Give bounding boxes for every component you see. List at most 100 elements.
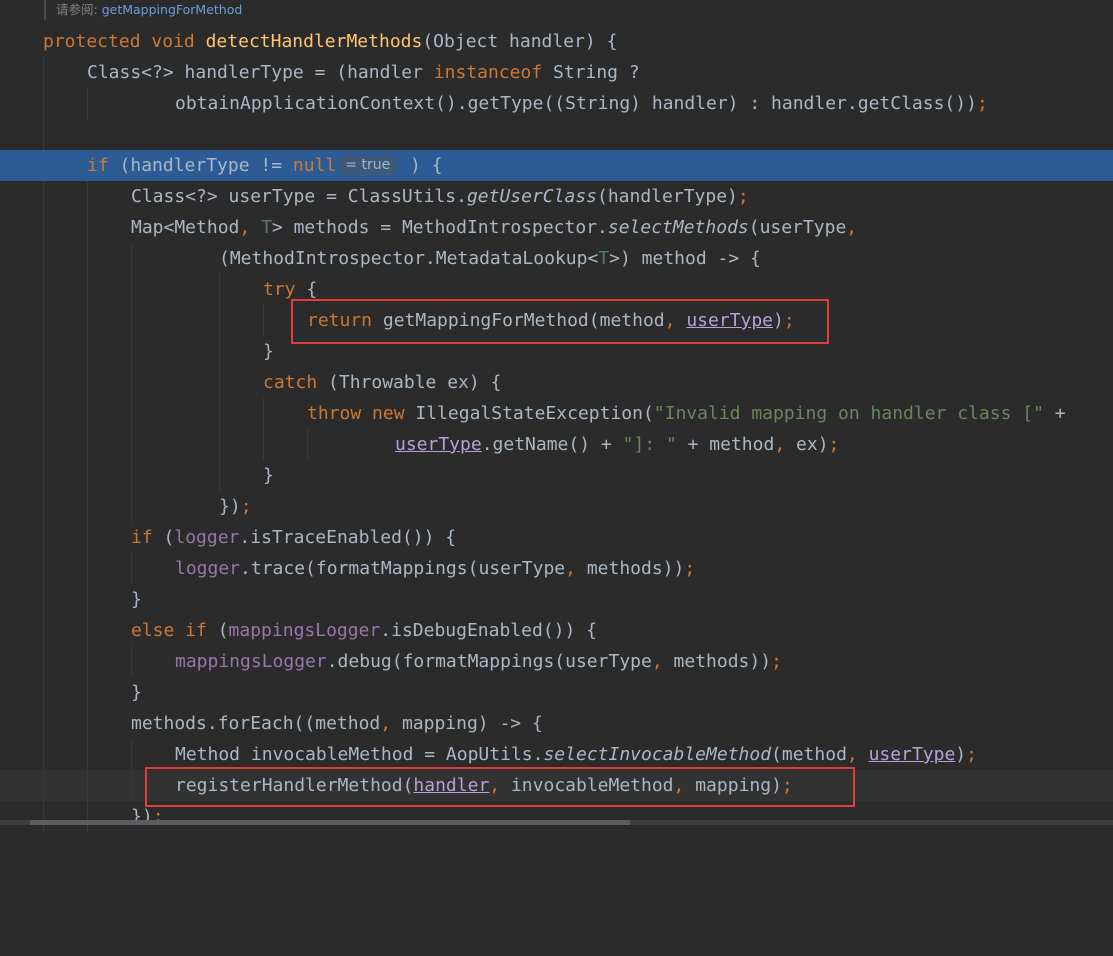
- code-text: {: [295, 279, 318, 300]
- code-text: Class<?> userType = ClassUtils.: [131, 186, 467, 207]
- code-text: }: [263, 341, 274, 362]
- code-text: ) {: [399, 155, 443, 176]
- code-text: (: [206, 620, 229, 641]
- code-line-1[interactable]: protected void detectHandlerMethods(Obje…: [0, 26, 1113, 57]
- code-editor[interactable]: 请参阅: getMappingForMethod protected void …: [0, 0, 1113, 832]
- code-text: }: [131, 682, 142, 703]
- code-line-14[interactable]: userType.getName() + "]: " + method, ex)…: [0, 429, 1113, 460]
- field-ref: mappingsLogger: [175, 651, 327, 672]
- semicolon: ;: [966, 744, 977, 765]
- code-text: methods)): [673, 651, 772, 672]
- method-call: selectInvocableMethod: [543, 744, 772, 765]
- code-line-19[interactable]: }: [0, 584, 1113, 615]
- code-text: (method: [771, 744, 847, 765]
- code-line-12[interactable]: catch (Throwable ex) {: [0, 367, 1113, 398]
- method-call: getUserClass: [466, 186, 597, 207]
- comma: ,: [846, 744, 869, 765]
- code-text: (userType: [748, 217, 847, 238]
- code-text: (MethodIntrospector.MetadataLookup<: [219, 248, 599, 269]
- code-text: ex): [796, 434, 829, 455]
- semicolon: ;: [828, 434, 840, 455]
- semicolon: ;: [771, 651, 782, 672]
- code-text: ): [955, 744, 967, 765]
- code-line-3[interactable]: obtainApplicationContext().getType((Stri…: [0, 88, 1113, 119]
- semicolon: ;: [737, 186, 749, 207]
- code-line-23[interactable]: methods.forEach((method, mapping) -> {: [0, 708, 1113, 739]
- code-text: .isDebugEnabled()) {: [380, 620, 598, 641]
- code-line-18[interactable]: logger.trace(formatMappings(userType, me…: [0, 553, 1113, 584]
- code-text: obtainApplicationContext().getType((Stri…: [175, 93, 977, 114]
- code-line-2[interactable]: Class<?> handlerType = (handler instance…: [0, 57, 1113, 88]
- field-ref: logger: [175, 558, 241, 579]
- keyword: catch: [263, 372, 318, 393]
- code-line-21[interactable]: mappingsLogger.debug(formatMappings(user…: [0, 646, 1113, 677]
- code-line-6[interactable]: Class<?> userType = ClassUtils.getUserCl…: [0, 181, 1113, 212]
- code-text: >) method -> {: [609, 248, 761, 269]
- code-line-8[interactable]: (MethodIntrospector.MetadataLookup<T>) m…: [0, 243, 1113, 274]
- string-literal: "Invalid mapping on handler class [": [653, 403, 1044, 424]
- comma: ,: [565, 558, 587, 579]
- code-text: .debug(formatMappings(userType: [326, 651, 652, 672]
- type-param: T: [598, 248, 610, 269]
- string-literal: "]: ": [622, 434, 677, 455]
- keyword: if: [131, 527, 153, 548]
- code-text: Class<?> handlerType = (handler: [87, 62, 434, 83]
- doc-reference-hint: 请参阅: getMappingForMethod: [44, 0, 242, 20]
- code-text: .isTraceEnabled()) {: [239, 527, 457, 548]
- debug-value-hint: = true: [339, 155, 397, 175]
- horizontal-scrollbar[interactable]: [0, 820, 1113, 825]
- code-text: .trace(formatMappings(userType: [240, 558, 566, 579]
- keyword: try: [263, 279, 296, 300]
- field-ref: logger: [174, 527, 240, 548]
- comma: ,: [651, 651, 674, 672]
- keyword: protected: [43, 31, 141, 52]
- code-line-22[interactable]: }: [0, 677, 1113, 708]
- code-text: +: [1043, 403, 1066, 424]
- comma: ,: [239, 217, 262, 238]
- semicolon: ;: [684, 558, 696, 579]
- code-line-20[interactable]: else if (mappingsLogger.isDebugEnabled()…: [0, 615, 1113, 646]
- code-text: (: [152, 527, 175, 548]
- keyword: else if: [131, 620, 207, 641]
- code-line-16[interactable]: });: [0, 491, 1113, 522]
- code-text: methods)): [586, 558, 685, 579]
- doc-hint-label: 请参阅:: [56, 2, 98, 17]
- doc-hint-link[interactable]: getMappingForMethod: [102, 2, 243, 17]
- comma: ,: [846, 217, 858, 238]
- keyword: if: [87, 155, 109, 176]
- code-line-15[interactable]: }: [0, 460, 1113, 491]
- scrollbar-thumb[interactable]: [30, 820, 630, 825]
- variable-ref: userType: [395, 434, 482, 455]
- comma: ,: [774, 434, 797, 455]
- highlight-box-return: [291, 299, 829, 344]
- code-text: (Throwable ex) {: [317, 372, 502, 393]
- code-line-4[interactable]: [0, 119, 1113, 150]
- code-text: > methods = MethodIntrospector.: [271, 217, 608, 238]
- field-ref: mappingsLogger: [228, 620, 381, 641]
- keyword: new: [372, 403, 405, 424]
- keyword: throw: [307, 403, 362, 424]
- code-text: (handlerType): [597, 186, 738, 207]
- code-text: (handlerType !=: [108, 155, 293, 176]
- execution-line[interactable]: if (handlerType != null = true ) {: [0, 150, 1113, 181]
- code-line-13[interactable]: throw new IllegalStateException("Invalid…: [0, 398, 1113, 429]
- variable-ref: userType: [868, 744, 956, 765]
- keyword: void: [151, 31, 195, 52]
- code-line-17[interactable]: if (logger.isTraceEnabled()) {: [0, 522, 1113, 553]
- type-param: T: [261, 217, 272, 238]
- code-text: methods.forEach((method: [131, 713, 381, 734]
- code-line-24[interactable]: Method invocableMethod = AopUtils.select…: [0, 739, 1113, 770]
- code-text: IllegalStateException(: [404, 403, 654, 424]
- keyword: instanceof: [433, 62, 543, 83]
- comma: ,: [380, 713, 402, 734]
- code-text: }: [263, 465, 274, 486]
- method-name: detectHandlerMethods: [205, 31, 423, 52]
- code-text: .getName() +: [481, 434, 623, 455]
- highlight-box-register: [145, 767, 855, 807]
- semicolon: ;: [240, 496, 252, 517]
- code-text: Map<Method: [131, 217, 240, 238]
- code-text: }: [131, 589, 142, 610]
- method-call: selectMethods: [607, 217, 749, 238]
- code-line-7[interactable]: Map<Method, T> methods = MethodIntrospec…: [0, 212, 1113, 243]
- keyword: null: [292, 155, 337, 176]
